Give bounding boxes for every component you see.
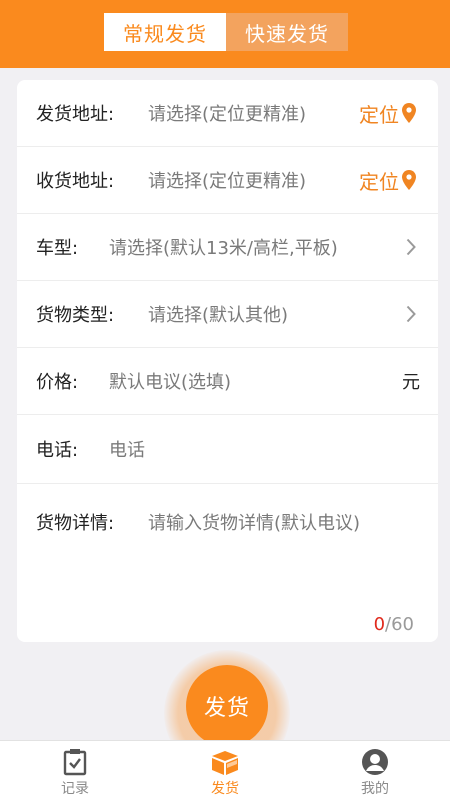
nav-label-records: 记录	[61, 781, 89, 797]
header-bar: 常规发货 快速发货	[0, 0, 450, 68]
location-pin-icon	[402, 170, 416, 190]
shipping-form: 发货地址: 请选择(定位更精准) 定位 收货地址: 请选择(定位更精准) 定位 …	[17, 80, 438, 642]
receive-address-locate-button[interactable]: 定位	[359, 166, 416, 195]
receive-address-row[interactable]: 收货地址: 请选择(定位更精准) 定位	[17, 147, 438, 214]
nav-label-mine: 我的	[361, 781, 389, 797]
chevron-right-icon	[406, 305, 416, 323]
send-address-input[interactable]: 请选择(定位更精准)	[148, 100, 306, 126]
nav-item-mine[interactable]: 我的	[300, 741, 450, 800]
price-row: 价格: 默认电议(选填) 元	[17, 348, 438, 415]
cargo-detail-textarea[interactable]: 请输入货物详情(默认电议)	[148, 509, 360, 535]
vehicle-type-select[interactable]: 请选择(默认13米/高栏,平板)	[109, 234, 338, 260]
price-unit: 元	[402, 372, 420, 393]
vehicle-type-label: 车型:	[36, 238, 79, 259]
cargo-type-select[interactable]: 请选择(默认其他)	[148, 301, 288, 327]
vehicle-type-row[interactable]: 车型: 请选择(默认13米/高栏,平板)	[17, 214, 438, 281]
send-address-locate-button[interactable]: 定位	[359, 99, 416, 128]
price-input[interactable]: 默认电议(选填)	[109, 368, 231, 394]
tab-quick-shipping[interactable]: 快速发货	[226, 13, 348, 51]
phone-row: 电话: 电话	[17, 415, 438, 484]
user-avatar-icon	[362, 749, 388, 775]
clipboard-icon	[63, 749, 87, 776]
nav-item-ship[interactable]: 发货	[150, 741, 300, 800]
price-label: 价格:	[36, 372, 79, 393]
locate-label: 定位	[359, 102, 399, 127]
cargo-type-row[interactable]: 货物类型: 请选择(默认其他)	[17, 281, 438, 348]
submit-shipment-button[interactable]: 发货	[186, 665, 268, 747]
cargo-type-label: 货物类型:	[36, 305, 115, 326]
char-count-max: /60	[385, 614, 414, 635]
shipping-mode-tabs: 常规发货 快速发货	[104, 13, 348, 51]
package-icon	[212, 751, 238, 775]
cargo-detail-label: 货物详情:	[36, 513, 115, 534]
nav-item-records[interactable]: 记录	[0, 741, 150, 800]
send-address-label: 发货地址:	[36, 104, 115, 125]
locate-label: 定位	[359, 169, 399, 194]
location-pin-icon	[402, 103, 416, 123]
bottom-navigation: 记录 发货 我的	[0, 740, 450, 800]
char-count-current: 0	[373, 614, 386, 635]
chevron-right-icon	[406, 238, 416, 256]
phone-input[interactable]: 电话	[109, 436, 145, 462]
char-counter: 0/60	[374, 614, 414, 635]
receive-address-label: 收货地址:	[36, 171, 115, 192]
receive-address-input[interactable]: 请选择(定位更精准)	[148, 167, 306, 193]
send-address-row[interactable]: 发货地址: 请选择(定位更精准) 定位	[17, 80, 438, 147]
tab-regular-shipping[interactable]: 常规发货	[104, 13, 226, 51]
nav-label-ship: 发货	[211, 781, 239, 797]
cargo-detail-section: 货物详情: 请输入货物详情(默认电议) 0/60	[17, 484, 438, 642]
phone-label: 电话:	[36, 440, 79, 461]
